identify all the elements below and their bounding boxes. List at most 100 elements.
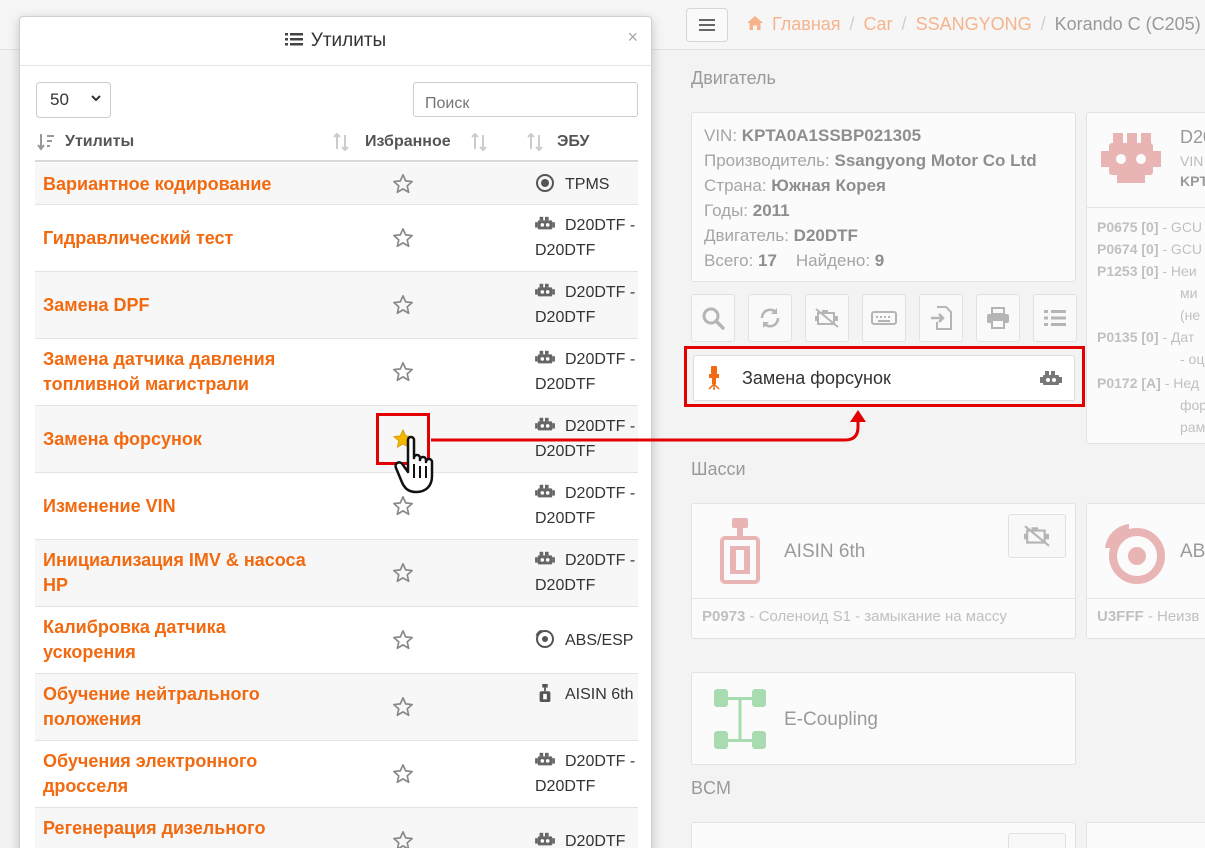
utility-name[interactable]: Изменение VIN <box>43 494 323 519</box>
star-outline-icon[interactable] <box>392 361 414 383</box>
star-outline-icon[interactable] <box>392 763 414 785</box>
vehicle-info-card: VIN: KPTA0A1SSBP021305 Производитель: Ss… <box>691 112 1076 282</box>
abs-module-card[interactable]: ABS U3FFF - Неизв <box>1086 503 1205 639</box>
sort-icon[interactable] <box>333 133 349 151</box>
utility-name[interactable]: Обучение нейтрального положения <box>43 682 323 732</box>
abs-module-title: ABS <box>1180 541 1205 562</box>
dtc-item: P0674 [0] - GCU <box>1097 241 1203 257</box>
star-outline-icon[interactable] <box>392 227 414 249</box>
engine-icon <box>535 417 555 431</box>
engine-icon <box>535 752 555 766</box>
engine-ecu-card[interactable]: D20 VINKPT P0675 [0] - GCU P0674 [0] - G… <box>1086 112 1205 444</box>
abs-dtc-line: U3FFF - Неизв <box>1097 608 1200 625</box>
dtc-item-continued: - оц <box>1180 351 1205 367</box>
col-header-ecu[interactable]: ЭБУ <box>557 133 589 151</box>
dtc-item: P1253 [0] - Неи <box>1097 263 1197 279</box>
col-header-favorite[interactable]: Избранное <box>365 133 451 151</box>
utilities-list-button[interactable] <box>1033 294 1077 342</box>
breadcrumb-home[interactable]: Главная <box>772 14 841 34</box>
star-outline-icon[interactable] <box>392 294 414 316</box>
list-icon <box>1044 310 1066 326</box>
table-row: Гидравлический тест D20DTF - D20DTF <box>35 205 638 272</box>
star-outline-icon[interactable] <box>392 830 414 848</box>
utility-name[interactable]: Вариантное кодирование <box>43 172 323 197</box>
utility-name[interactable]: Замена DPF <box>43 293 323 318</box>
gearbox-icon <box>539 684 551 702</box>
print-button[interactable] <box>976 294 1020 342</box>
engine-card-title: D20 <box>1180 127 1205 147</box>
utility-name[interactable]: Обучения электронного дросселя <box>43 749 323 799</box>
bcm-section-title: BCM <box>691 778 731 798</box>
search-input[interactable] <box>413 82 638 117</box>
clear-dtc-button[interactable] <box>805 294 849 342</box>
utility-name[interactable]: Регенерация дизельного <box>43 816 323 841</box>
utility-ecu: D20DTF - D20DTF <box>535 350 636 393</box>
bcm-module-card[interactable] <box>691 822 1076 848</box>
star-outline-icon[interactable] <box>392 495 414 517</box>
star-outline-icon[interactable] <box>392 696 414 718</box>
gearbox-icon <box>720 518 760 584</box>
aisin-module-card[interactable]: AISIN 6th P0973 - Соленоид S1 - замыкани… <box>691 503 1076 639</box>
manufacturer-row: Производитель: Ssangyong Motor Co Ltd <box>704 151 1037 170</box>
engine-icon <box>535 832 555 846</box>
table-row: Регенерация дизельного D20DTF <box>35 808 638 848</box>
table-row: Замена датчика давления топливной магист… <box>35 339 638 406</box>
vin-row: VIN: KPTA0A1SSBP021305 <box>704 126 922 145</box>
menu-toggle-button[interactable] <box>686 8 728 42</box>
engine-icon <box>535 350 555 364</box>
engine-row: Двигатель: D20DTF <box>704 226 858 245</box>
sort-icon[interactable] <box>471 133 487 151</box>
star-highlight-frame <box>376 413 430 465</box>
bcm-action-button[interactable] <box>1008 833 1066 848</box>
utility-name[interactable]: Замена форсунок <box>43 427 323 452</box>
refresh-icon <box>760 308 780 328</box>
breadcrumb-car[interactable]: Car <box>864 14 893 34</box>
abs-icon <box>535 630 554 648</box>
engine-icon <box>535 283 555 297</box>
counts-row: Всего: 17 Найдено: 9 <box>704 251 885 270</box>
utility-ecu: D20DTF - D20DTF <box>535 752 636 795</box>
utilities-modal: Утилиты × 50 Утилиты Избранное ЭБУ Вариа… <box>19 16 652 848</box>
aisin-clear-dtc-button[interactable] <box>1008 514 1066 558</box>
print-icon <box>987 307 1009 329</box>
dtc-item-continued: (не <box>1180 307 1201 323</box>
scan-button[interactable] <box>691 294 735 342</box>
modal-header: Утилиты × <box>20 17 651 66</box>
ecoupling-module-card[interactable]: E-Coupling <box>691 672 1076 765</box>
hamburger-icon <box>699 19 715 31</box>
sort-icon[interactable] <box>527 133 543 151</box>
keyboard-button[interactable] <box>862 294 906 342</box>
utility-ecu: TPMS <box>535 172 638 197</box>
col-header-utility[interactable]: Утилиты <box>65 133 134 151</box>
page-length-select[interactable]: 50 <box>36 82 111 118</box>
table-row: Изменение VIN D20DTF - D20DTF <box>35 473 638 540</box>
close-button[interactable]: × <box>627 27 638 48</box>
star-outline-icon[interactable] <box>392 173 414 195</box>
refresh-button[interactable] <box>748 294 792 342</box>
drivetrain-icon <box>714 689 766 749</box>
utility-name[interactable]: Гидравлический тест <box>43 226 323 251</box>
breadcrumb-model: Korando C (C205) <box>1054 14 1201 34</box>
utility-name[interactable]: Калибровка датчика ускорения <box>43 615 323 665</box>
popup-highlight-frame <box>684 346 1085 407</box>
star-outline-icon[interactable] <box>392 562 414 584</box>
utility-name[interactable]: Инициализация IMV & насоса HP <box>43 548 323 598</box>
engine-card-vin: VIN KPT <box>1180 153 1205 189</box>
chevron-down-icon <box>91 95 101 102</box>
table-row: Калибровка датчика ускорения ABS/ESP <box>35 607 638 674</box>
utility-name[interactable]: Замена датчика давления топливной магист… <box>43 347 323 397</box>
utility-ecu: AISIN 6th <box>535 682 638 707</box>
utility-ecu: D20DTF - D20DTF <box>535 551 636 594</box>
table-row: Инициализация IMV & насоса HP D20DTF - D… <box>35 540 638 607</box>
table-row: Обучения электронного дросселя D20DTF - … <box>35 741 638 808</box>
engine-icon <box>1101 133 1161 183</box>
import-button[interactable] <box>919 294 963 342</box>
bcm-module-card-2[interactable] <box>1086 822 1205 848</box>
table-row: Вариантное кодирование TPMS <box>35 163 638 205</box>
ecoupling-module-title: E-Coupling <box>784 709 878 730</box>
star-outline-icon[interactable] <box>392 629 414 651</box>
dtc-item-continued: рам <box>1180 419 1205 435</box>
engine-icon <box>535 484 555 498</box>
breadcrumb-brand[interactable]: SSANGYONG <box>916 14 1032 34</box>
dtc-item: P0135 [0] - Дат <box>1097 329 1195 345</box>
